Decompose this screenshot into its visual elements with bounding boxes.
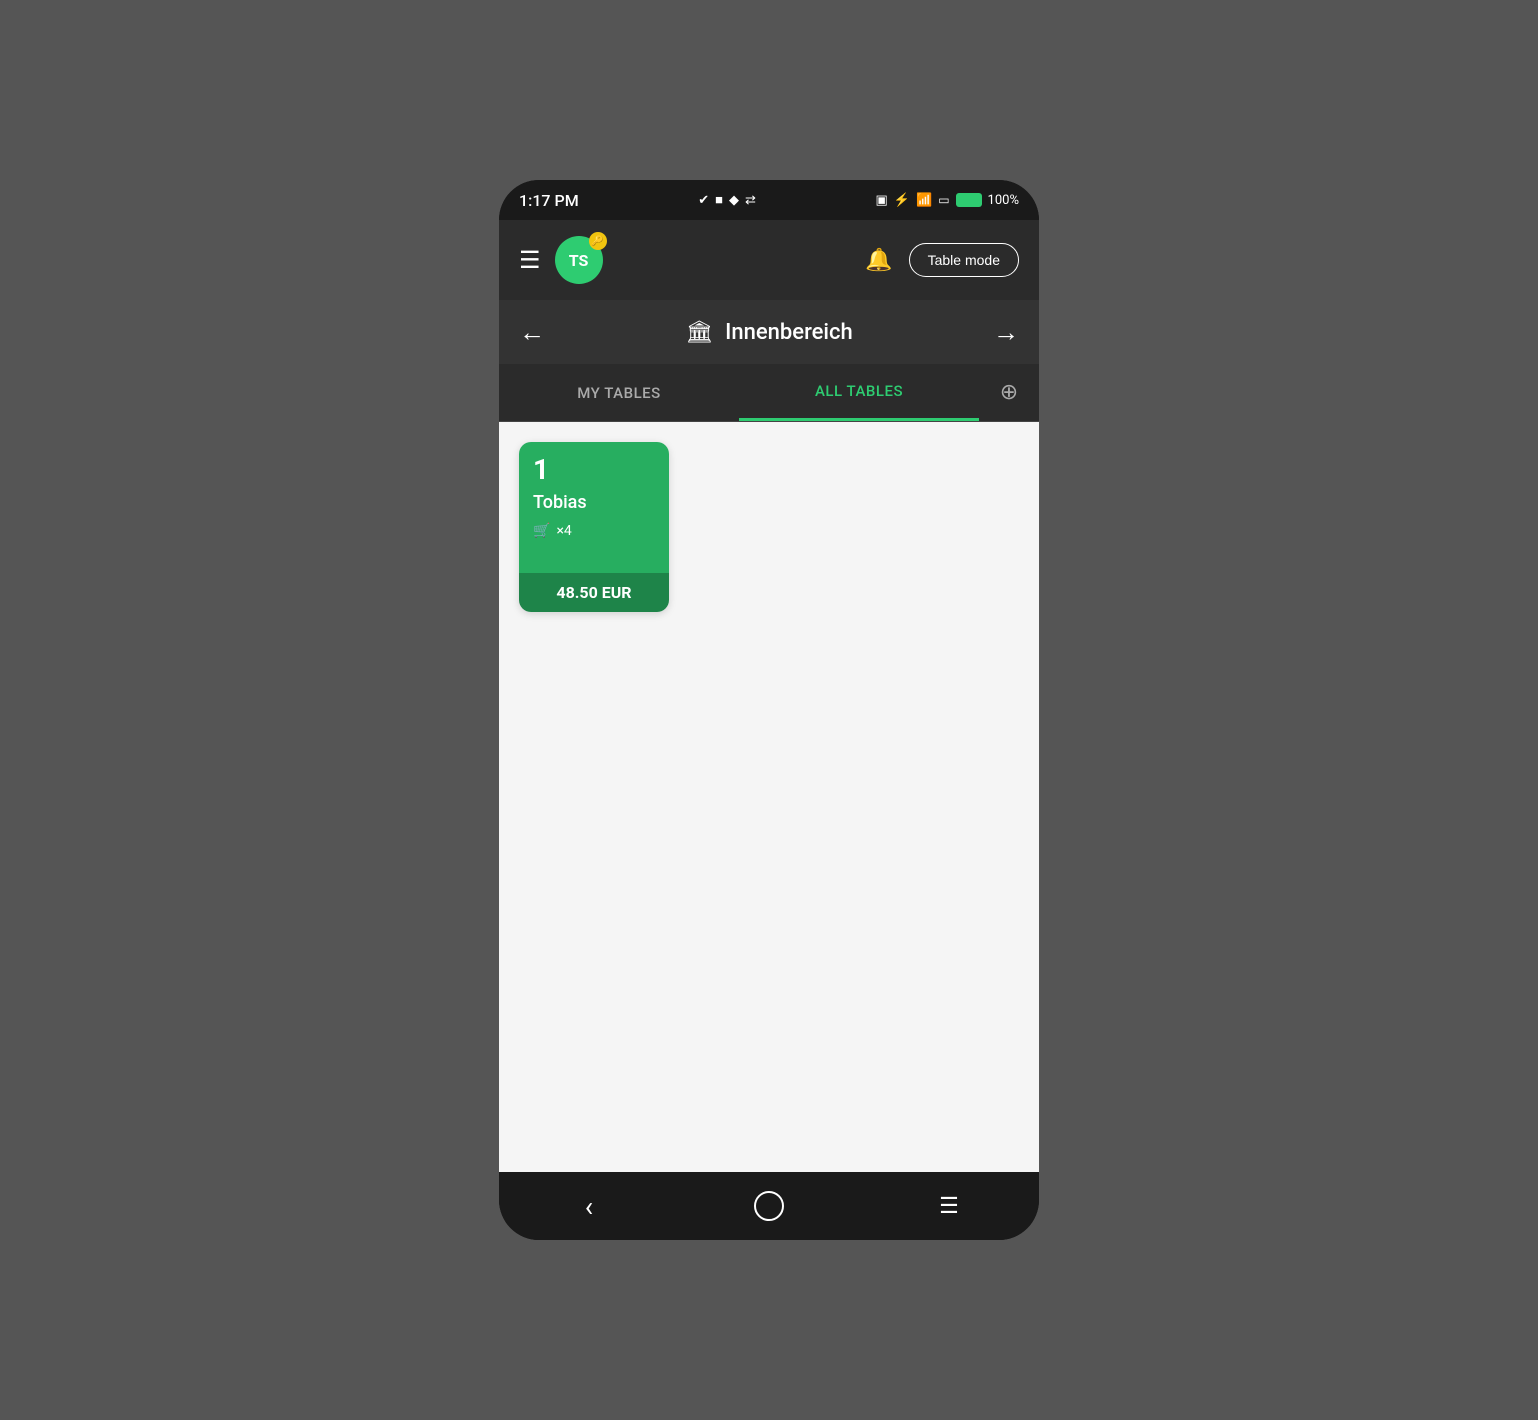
status-bar: 1:17 PM ✔ ■ ◆ ⇄ ▣ ⚡ 📶 ▭ 100% [499,180,1039,220]
hamburger-nav-icon: ☰ [939,1194,959,1219]
header-left: ☰ TS 🔑 [519,236,603,284]
table-amount: 48.50 EUR [556,583,631,602]
status-icons-left: ✔ ■ ◆ ⇄ [698,192,756,208]
home-button[interactable] [739,1176,799,1236]
tab-all-tables[interactable]: ALL TABLES [739,364,979,421]
wifi-icon: 📶 [916,193,932,208]
location-center: 🏛 Innenbereich [685,320,853,345]
table-card-bottom: 48.50 EUR [519,573,669,612]
hamburger-button[interactable]: ☰ [519,246,541,274]
table-card[interactable]: 1 Tobias 🛒 ×4 48.50 EUR [519,442,669,612]
status-icons-right: ▣ ⚡ 📶 ▭ 100% [876,193,1019,208]
app-header: ☰ TS 🔑 🔔 Table mode [499,220,1039,300]
avatar-badge: 🔑 [589,232,607,250]
table-mode-button[interactable]: Table mode [909,243,1019,277]
avatar[interactable]: TS 🔑 [555,236,603,284]
tab-my-tables[interactable]: MY TABLES [499,364,739,421]
avatar-initials: TS [569,251,589,270]
bluetooth-icon: ⚡ [894,193,910,208]
arrows-icon: ⇄ [745,193,756,208]
guest-count: ×4 [556,523,571,539]
back-button[interactable]: ‹ [559,1176,619,1236]
table-guests: 🛒 ×4 [533,523,655,539]
menu-button[interactable]: ☰ [919,1176,979,1236]
main-content: 1 Tobias 🛒 ×4 48.50 EUR [499,422,1039,1172]
battery-percent: 100% [988,193,1019,208]
forward-arrow-button[interactable]: → [993,317,1019,348]
diamond-icon: ◆ [729,193,739,208]
cast-icon: ▣ [876,193,888,208]
notification-bell-icon[interactable]: 🔔 [865,248,892,273]
header-right: 🔔 Table mode [865,243,1019,277]
phone-frame: 1:17 PM ✔ ■ ◆ ⇄ ▣ ⚡ 📶 ▭ 100% ☰ TS 🔑 [499,180,1039,1240]
sim-icon: ▭ [938,193,949,207]
back-arrow-nav-icon: ‹ [585,1190,593,1223]
table-name: Tobias [533,492,655,513]
bottom-nav: ‹ ☰ [499,1172,1039,1240]
cart-icon: 🛒 [533,523,550,539]
square-icon: ■ [715,192,723,208]
check-icon: ✔ [698,193,709,208]
home-circle-icon [754,1191,784,1221]
joystick-icon: ⊕ [1000,380,1018,405]
table-card-top: 1 Tobias 🛒 ×4 [519,442,669,573]
layout-icon-button[interactable]: ⊕ [979,364,1039,421]
building-icon: 🏛 [685,320,713,345]
back-arrow-button[interactable]: ← [519,317,545,348]
tabs-bar: MY TABLES ALL TABLES ⊕ [499,364,1039,422]
battery-icon [956,193,982,207]
location-title: Innenbereich [725,320,853,345]
table-number: 1 [533,456,655,484]
status-time: 1:17 PM [519,191,579,210]
location-bar: ← 🏛 Innenbereich → [499,300,1039,364]
